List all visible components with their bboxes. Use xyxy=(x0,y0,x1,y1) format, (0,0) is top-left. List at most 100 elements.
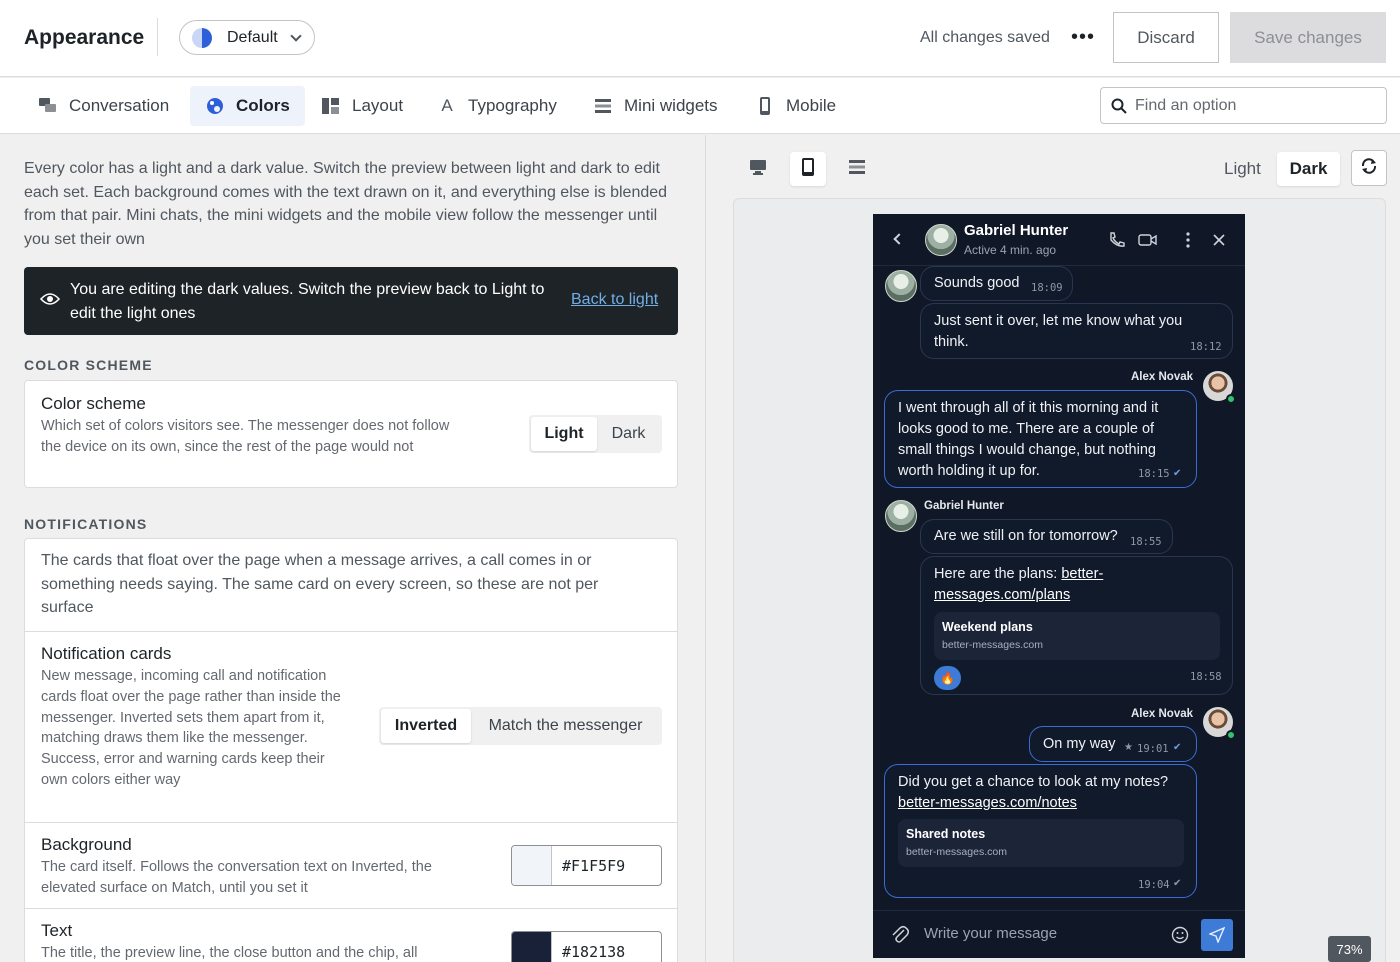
message-bubble[interactable]: Sounds good 18:09 xyxy=(920,266,1073,301)
tab-mini-widgets[interactable]: Mini widgets xyxy=(593,86,718,126)
video-call-icon[interactable] xyxy=(1138,231,1158,254)
attachment-icon[interactable] xyxy=(891,925,910,950)
sent-check-icon: ✔ xyxy=(1173,878,1182,889)
link-preview-card[interactable]: Weekend plans better-messages.com xyxy=(934,612,1220,660)
message-bubble[interactable]: I went through all of it this morning an… xyxy=(884,390,1197,488)
tab-conversation[interactable]: Conversation xyxy=(38,86,169,126)
row-title: Notification cards xyxy=(41,644,172,663)
notes-link[interactable]: better-messages.com/notes xyxy=(898,793,1077,814)
mobile-preview-button[interactable] xyxy=(790,152,826,186)
palette-icon xyxy=(205,96,225,116)
preview-mode-dark[interactable]: Dark xyxy=(1277,152,1340,186)
read-check-icon: ✔ xyxy=(1173,742,1182,753)
refresh-preview-button[interactable] xyxy=(1351,150,1387,186)
send-icon xyxy=(1209,927,1225,943)
close-icon[interactable] xyxy=(1213,233,1225,251)
tab-colors[interactable]: Colors xyxy=(190,86,305,126)
read-check-icon: ✔ xyxy=(1173,468,1182,479)
scheme-option-dark[interactable]: Dark xyxy=(597,417,660,451)
message-bubble[interactable]: Here are the plans: better-messages.com/… xyxy=(920,556,1233,695)
link-preview-domain: better-messages.com xyxy=(942,639,1043,651)
color-value[interactable]: #F1F5F9 xyxy=(562,857,625,875)
preset-label: Default xyxy=(227,29,278,46)
kebab-menu-icon[interactable] xyxy=(1185,231,1191,254)
contrast-icon xyxy=(192,28,212,48)
chat-contact-name: Gabriel Hunter xyxy=(964,222,1069,239)
list-icon xyxy=(593,96,613,116)
layout-icon xyxy=(321,96,341,116)
message-author: Alex Novak xyxy=(1131,708,1194,720)
link-preview-title: Weekend plans xyxy=(942,620,1033,634)
tab-label: Colors xyxy=(236,96,290,115)
chat-contact-status: Active 4 min. ago xyxy=(964,243,1057,257)
find-option-search[interactable] xyxy=(1100,87,1387,124)
row-description: The title, the preview line, the close b… xyxy=(41,945,418,961)
tab-label: Mobile xyxy=(786,96,837,115)
refresh-icon xyxy=(1360,157,1378,180)
reaction-chip[interactable]: 🔥 xyxy=(934,666,961,690)
notifications-intro: The cards that float over the page when … xyxy=(41,552,599,616)
tab-mobile[interactable]: Mobile xyxy=(755,86,836,126)
color-value[interactable]: #182138 xyxy=(562,943,625,961)
more-options-icon[interactable]: ••• xyxy=(1071,25,1095,49)
message-bubble[interactable]: Are we still on for tomorrow? 18:55 xyxy=(920,519,1173,554)
message-input[interactable]: Write your message xyxy=(924,925,1057,942)
discard-button[interactable]: Discard xyxy=(1113,12,1219,63)
zoom-level: 73% xyxy=(1328,936,1371,962)
link-preview-domain: better-messages.com xyxy=(906,846,1007,858)
preview-mode-light[interactable]: Light xyxy=(1224,159,1261,179)
notifications-card: The cards that float over the page when … xyxy=(24,538,678,962)
message-bubble[interactable]: Just sent it over, let me know what you … xyxy=(920,303,1233,359)
mobile-icon xyxy=(801,157,815,181)
link-preview-title: Shared notes xyxy=(906,827,986,841)
link-preview-card[interactable]: Shared notes better-messages.com xyxy=(898,819,1184,867)
search-input[interactable] xyxy=(1135,94,1375,118)
settings-panel: Every color has a light and a dark value… xyxy=(0,135,704,962)
list-icon xyxy=(848,158,866,181)
message-text: On my way xyxy=(1043,736,1116,752)
background-color-picker[interactable]: #F1F5F9 xyxy=(511,845,662,886)
message-time: 19:01 xyxy=(1137,743,1169,755)
send-button[interactable] xyxy=(1201,919,1233,951)
color-chip xyxy=(512,846,552,885)
desktop-icon xyxy=(749,158,767,181)
message-bubble[interactable]: Did you get a chance to look at my notes… xyxy=(884,764,1197,898)
scheme-option-light[interactable]: Light xyxy=(531,417,597,451)
color-scheme-toggle: Light Dark xyxy=(529,415,662,453)
dark-mode-banner: You are editing the dark values. Switch … xyxy=(24,267,678,335)
avatar xyxy=(925,224,957,256)
online-indicator xyxy=(1226,394,1236,404)
tab-label: Typography xyxy=(468,96,557,115)
tab-label: Conversation xyxy=(69,96,170,115)
back-arrow-icon[interactable] xyxy=(893,233,905,245)
back-to-light-link[interactable]: Back to light xyxy=(571,291,658,309)
message-time: 18:09 xyxy=(1031,282,1063,294)
preset-dropdown[interactable]: Default xyxy=(179,20,315,55)
save-changes-button[interactable]: Save changes xyxy=(1230,12,1386,63)
row-description: The card itself. Follows the conversatio… xyxy=(41,859,432,896)
chevron-down-icon xyxy=(290,30,302,42)
tab-typography[interactable]: A Typography xyxy=(437,86,557,126)
option-inverted[interactable]: Inverted xyxy=(381,709,471,743)
tab-layout[interactable]: Layout xyxy=(321,86,403,126)
emoji-icon[interactable] xyxy=(1171,926,1189,949)
phone-icon[interactable] xyxy=(1108,231,1126,254)
message-text: Here are the plans: better-messages.com/… xyxy=(934,564,1134,606)
messenger-preview: Gabriel Hunter Active 4 min. ago Sounds … xyxy=(873,214,1245,958)
message-text: Sounds good xyxy=(934,275,1020,291)
desktop-preview-button[interactable] xyxy=(740,152,776,186)
row-title: Text xyxy=(41,921,73,940)
notification-cards-row: Notification cards New message, incoming… xyxy=(25,631,677,821)
message-text: Just sent it over, let me know what you … xyxy=(934,313,1183,350)
header-divider xyxy=(157,18,158,56)
widget-preview-button[interactable] xyxy=(839,152,875,186)
star-icon: ★ xyxy=(1124,742,1133,753)
message-bubble[interactable]: On my way ★ 19:01 ✔ xyxy=(1029,726,1197,762)
text-color-picker[interactable]: #182138 xyxy=(511,931,662,962)
message-text-prefix: Here are the plans: xyxy=(934,566,1062,582)
message-time: 18:55 xyxy=(1130,536,1162,548)
message-author: Gabriel Hunter xyxy=(924,500,1004,512)
option-match-messenger[interactable]: Match the messenger xyxy=(471,709,660,743)
colors-intro: Every color has a light and a dark value… xyxy=(24,160,668,248)
tab-label: Layout xyxy=(352,96,404,115)
